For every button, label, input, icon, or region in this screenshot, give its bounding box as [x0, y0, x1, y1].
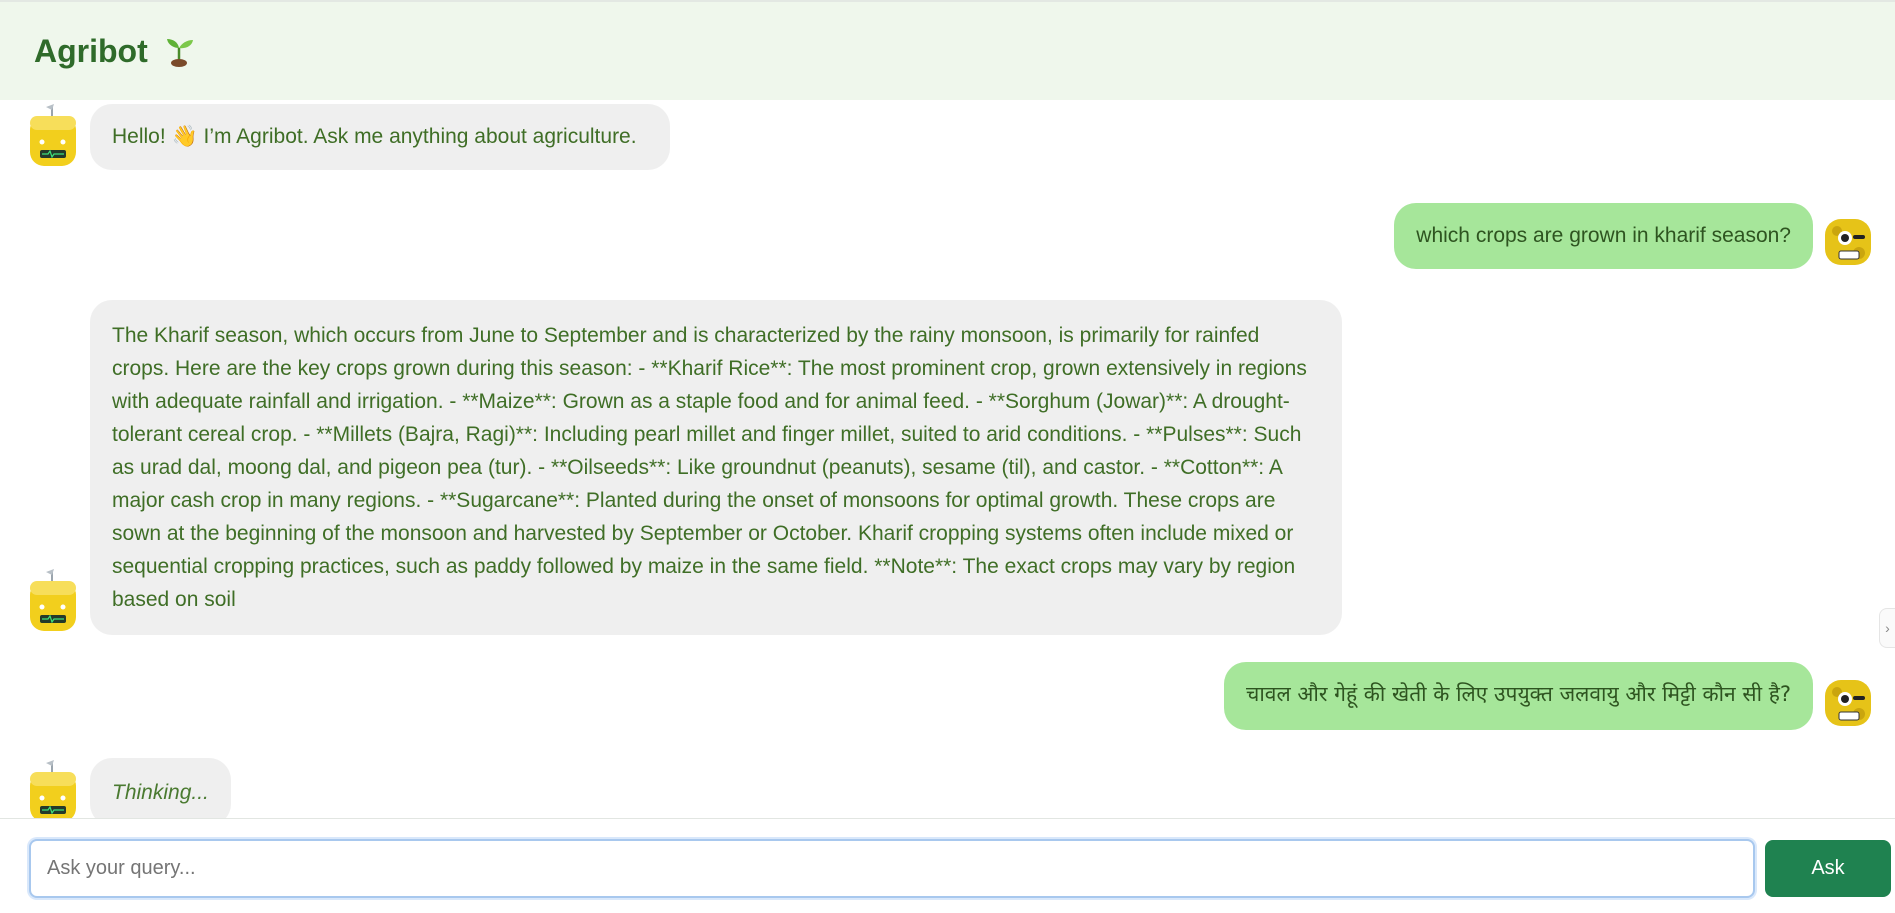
- user-bubble: which crops are grown in kharif season?: [1394, 203, 1813, 269]
- user-avatar-icon: [1825, 680, 1871, 726]
- thinking-indicator: Thinking...: [90, 758, 231, 818]
- user-message: which crops are grown in kharif season?: [1394, 203, 1873, 269]
- bot-bubble: Hello! 👋 I’m Agribot. Ask me anything ab…: [90, 104, 670, 170]
- query-input[interactable]: [29, 839, 1755, 898]
- agribot-app: Agribot Hello! 👋 I’m Agribot. Ask me any…: [0, 0, 1895, 913]
- user-bubble: चावल और गेहूं की खेती के लिए उपयुक्त जलव…: [1224, 662, 1813, 730]
- ask-button[interactable]: Ask: [1765, 840, 1891, 897]
- bot-avatar-icon: [30, 104, 76, 166]
- seedling-icon: [166, 39, 193, 67]
- app-title: Agribot: [34, 33, 196, 70]
- side-panel-toggle[interactable]: ›: [1879, 608, 1895, 648]
- user-avatar-icon: [1825, 219, 1871, 265]
- bot-message: Thinking...: [28, 758, 231, 818]
- bot-bubble: The Kharif season, which occurs from Jun…: [90, 300, 1342, 635]
- app-header: Agribot: [0, 2, 1895, 100]
- bot-avatar-icon: [30, 760, 76, 818]
- chat-messages[interactable]: Hello! 👋 I’m Agribot. Ask me anything ab…: [0, 100, 1895, 818]
- bot-message: Hello! 👋 I’m Agribot. Ask me anything ab…: [28, 102, 670, 170]
- user-message: चावल और गेहूं की खेती के लिए उपयुक्त जलव…: [1224, 662, 1873, 730]
- app-title-text: Agribot: [34, 32, 148, 69]
- bot-avatar-icon: [30, 569, 76, 631]
- bot-message: The Kharif season, which occurs from Jun…: [28, 300, 1342, 635]
- query-bar: Ask: [0, 818, 1895, 913]
